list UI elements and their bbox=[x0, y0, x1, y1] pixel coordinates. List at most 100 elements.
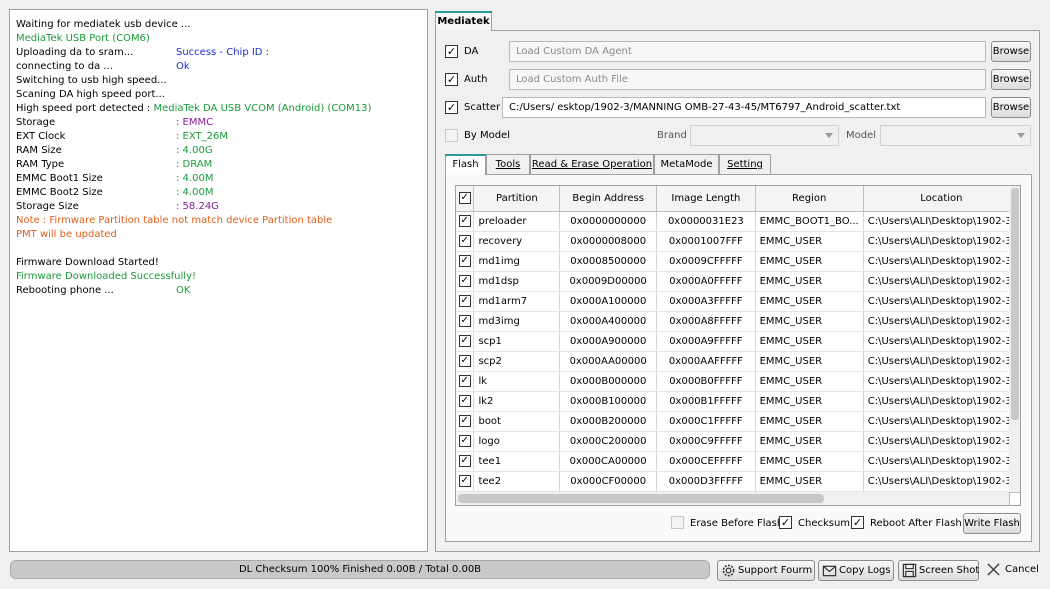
partition-cell: scp2 bbox=[473, 351, 561, 372]
row-checkbox-cell[interactable]: ✓ bbox=[456, 391, 475, 412]
log-line-value: Ok bbox=[176, 61, 190, 72]
row-checkbox[interactable]: ✓ bbox=[458, 275, 471, 287]
row-checkbox-cell[interactable]: ✓ bbox=[456, 231, 475, 252]
auth-browse-button[interactable]: Browse bbox=[991, 69, 1031, 90]
row-checkbox-cell[interactable]: ✓ bbox=[456, 211, 475, 232]
da-browse-button[interactable]: Browse bbox=[991, 41, 1031, 62]
table-row[interactable]: ✓ md1dsp 0x0009D00000 0x000A0FFFFF EMMC_USER… bbox=[456, 271, 1020, 292]
checkmark-icon: ✓ bbox=[852, 516, 863, 529]
erase-before-flash-checkbox[interactable] bbox=[671, 516, 684, 529]
row-checkbox-cell[interactable]: ✓ bbox=[456, 251, 475, 272]
log-line-text: MediaTek USB Port (COM6) bbox=[16, 33, 150, 44]
scatter-path-input[interactable]: C:/Users/ esktop/1902-3/MANNING OMB-27-4… bbox=[502, 97, 986, 118]
horizontal-scroll-thumb[interactable] bbox=[458, 494, 824, 503]
da-path-input[interactable]: Load Custom DA Agent bbox=[509, 41, 986, 62]
brand-select[interactable] bbox=[690, 125, 839, 146]
row-checkbox[interactable]: ✓ bbox=[458, 355, 471, 367]
table-row[interactable]: ✓ preloader 0x0000000000 0x0000031E23 EMMC_B… bbox=[456, 211, 1020, 232]
begin-address-cell: 0x0000000000 bbox=[559, 211, 658, 232]
log-line-text: Note : Firmware Partition table not matc… bbox=[16, 215, 333, 226]
partition-cell: md3img bbox=[473, 311, 561, 332]
table-row[interactable]: ✓ logo 0x000C200000 0x000C9FFFFF EMMC_USER C:… bbox=[456, 431, 1020, 452]
floppy-icon bbox=[902, 563, 917, 578]
tab-flash[interactable]: Flash bbox=[445, 154, 486, 175]
row-checkbox[interactable]: ✓ bbox=[458, 235, 471, 247]
by-model-checkbox[interactable] bbox=[445, 129, 458, 142]
row-checkbox[interactable]: ✓ bbox=[458, 335, 471, 347]
row-checkbox-cell[interactable]: ✓ bbox=[456, 291, 475, 312]
row-checkbox-cell[interactable]: ✓ bbox=[456, 451, 475, 472]
screen-shot-button[interactable]: Screen Shot bbox=[898, 560, 979, 581]
table-row[interactable]: ✓ recovery 0x0000008000 0x0001007FFF EMMC_US… bbox=[456, 231, 1020, 252]
row-checkbox-cell[interactable]: ✓ bbox=[456, 351, 475, 372]
tab-setting[interactable]: Setting bbox=[719, 154, 771, 174]
region-cell: EMMC_USER bbox=[755, 451, 864, 472]
partition-cell: lk2 bbox=[473, 391, 561, 412]
begin-address-cell: 0x000C200000 bbox=[559, 431, 658, 452]
table-row[interactable]: ✓ lk 0x000B000000 0x000B0FFFFF EMMC_USER C:\U… bbox=[456, 371, 1020, 392]
begin-address-cell: 0x000B000000 bbox=[559, 371, 658, 392]
da-checkbox[interactable]: ✓ bbox=[445, 45, 458, 58]
checksum-checkbox[interactable]: ✓ bbox=[779, 516, 792, 529]
log-line: Storage Size: 58.24G bbox=[16, 200, 427, 214]
scatter-browse-button[interactable]: Browse bbox=[991, 97, 1031, 118]
row-checkbox-cell[interactable]: ✓ bbox=[456, 311, 475, 332]
envelope-icon bbox=[822, 565, 837, 577]
row-checkbox[interactable]: ✓ bbox=[458, 455, 471, 467]
copy-logs-button[interactable]: Copy Logs bbox=[818, 560, 894, 581]
tab-read-erase[interactable]: Read & Erase Operation bbox=[530, 154, 654, 174]
tab-mediatek[interactable]: Mediatek bbox=[435, 11, 492, 32]
row-checkbox[interactable]: ✓ bbox=[458, 375, 471, 387]
reboot-after-flash-checkbox[interactable]: ✓ bbox=[851, 516, 864, 529]
log-line: EXT Clock: EXT_26M bbox=[16, 130, 427, 144]
row-checkbox[interactable]: ✓ bbox=[458, 315, 471, 327]
tab-tools[interactable]: Tools bbox=[486, 154, 530, 174]
column-header-begin-address[interactable]: Begin Address bbox=[559, 186, 658, 212]
row-checkbox[interactable]: ✓ bbox=[458, 295, 471, 307]
column-header-partition[interactable]: Partition bbox=[473, 186, 561, 212]
row-checkbox-cell[interactable]: ✓ bbox=[456, 271, 475, 292]
row-checkbox[interactable]: ✓ bbox=[458, 215, 471, 227]
begin-address-cell: 0x0000008000 bbox=[559, 231, 658, 252]
tab-metamode[interactable]: MetaMode bbox=[654, 154, 719, 174]
table-row[interactable]: ✓ boot 0x000B200000 0x000C1FFFFF EMMC_USER C:… bbox=[456, 411, 1020, 432]
checkmark-icon: ✓ bbox=[446, 101, 457, 114]
auth-path-input[interactable]: Load Custom Auth File bbox=[509, 69, 986, 90]
column-header-image-length[interactable]: Image Length bbox=[656, 186, 756, 212]
select-all-cell[interactable]: ✓ bbox=[456, 186, 475, 212]
support-forum-button[interactable]: Support Fourm bbox=[717, 560, 815, 581]
row-checkbox-cell[interactable]: ✓ bbox=[456, 431, 475, 452]
row-checkbox[interactable]: ✓ bbox=[458, 415, 471, 427]
begin-address-cell: 0x000CA00000 bbox=[559, 451, 658, 472]
row-checkbox-cell[interactable]: ✓ bbox=[456, 411, 475, 432]
log-line: Waiting for mediatek usb device ... bbox=[16, 18, 427, 32]
table-row[interactable]: ✓ md1arm7 0x000A100000 0x000A3FFFFF EMMC_USE… bbox=[456, 291, 1020, 312]
row-checkbox-cell[interactable]: ✓ bbox=[456, 471, 475, 492]
table-row[interactable]: ✓ tee2 0x000CF00000 0x000D3FFFFF EMMC_USER C:… bbox=[456, 471, 1020, 492]
row-checkbox[interactable]: ✓ bbox=[458, 435, 471, 447]
location-cell: C:\Users\ALI\Desktop\1902-3\ bbox=[863, 371, 1020, 392]
table-row[interactable]: ✓ lk2 0x000B100000 0x000B1FFFFF EMMC_USER C:\… bbox=[456, 391, 1020, 412]
row-checkbox[interactable]: ✓ bbox=[458, 395, 471, 407]
table-row[interactable]: ✓ tee1 0x000CA00000 0x000CEFFFFF EMMC_USER C:… bbox=[456, 451, 1020, 472]
write-flash-button[interactable]: Write Flash bbox=[963, 513, 1021, 534]
scatter-checkbox[interactable]: ✓ bbox=[445, 101, 458, 114]
table-row[interactable]: ✓ md3img 0x000A400000 0x000A8FFFFF EMMC_USER… bbox=[456, 311, 1020, 332]
location-cell: C:\Users\ALI\Desktop\1902-3\ bbox=[863, 291, 1020, 312]
row-checkbox-cell[interactable]: ✓ bbox=[456, 371, 475, 392]
model-select[interactable] bbox=[880, 125, 1031, 146]
table-row[interactable]: ✓ scp2 0x000AA00000 0x000AAFFFFF EMMC_USER C:… bbox=[456, 351, 1020, 372]
begin-address-cell: 0x000A400000 bbox=[559, 311, 658, 332]
vertical-scroll-thumb[interactable] bbox=[1011, 188, 1019, 420]
row-checkbox-cell[interactable]: ✓ bbox=[456, 331, 475, 352]
select-all-checkbox[interactable]: ✓ bbox=[458, 192, 471, 205]
row-checkbox[interactable]: ✓ bbox=[458, 475, 471, 487]
column-header-location[interactable]: Location bbox=[863, 186, 1020, 212]
column-header-region[interactable]: Region bbox=[755, 186, 864, 212]
table-row[interactable]: ✓ md1img 0x0008500000 0x0009CFFFFF EMMC_USER… bbox=[456, 251, 1020, 272]
table-row[interactable]: ✓ scp1 0x000A900000 0x000A9FFFFF EMMC_USER C:… bbox=[456, 331, 1020, 352]
cancel-button[interactable]: Cancel bbox=[986, 560, 1042, 581]
auth-checkbox[interactable]: ✓ bbox=[445, 73, 458, 86]
row-checkbox[interactable]: ✓ bbox=[458, 255, 471, 267]
begin-address-cell: 0x000AA00000 bbox=[559, 351, 658, 372]
